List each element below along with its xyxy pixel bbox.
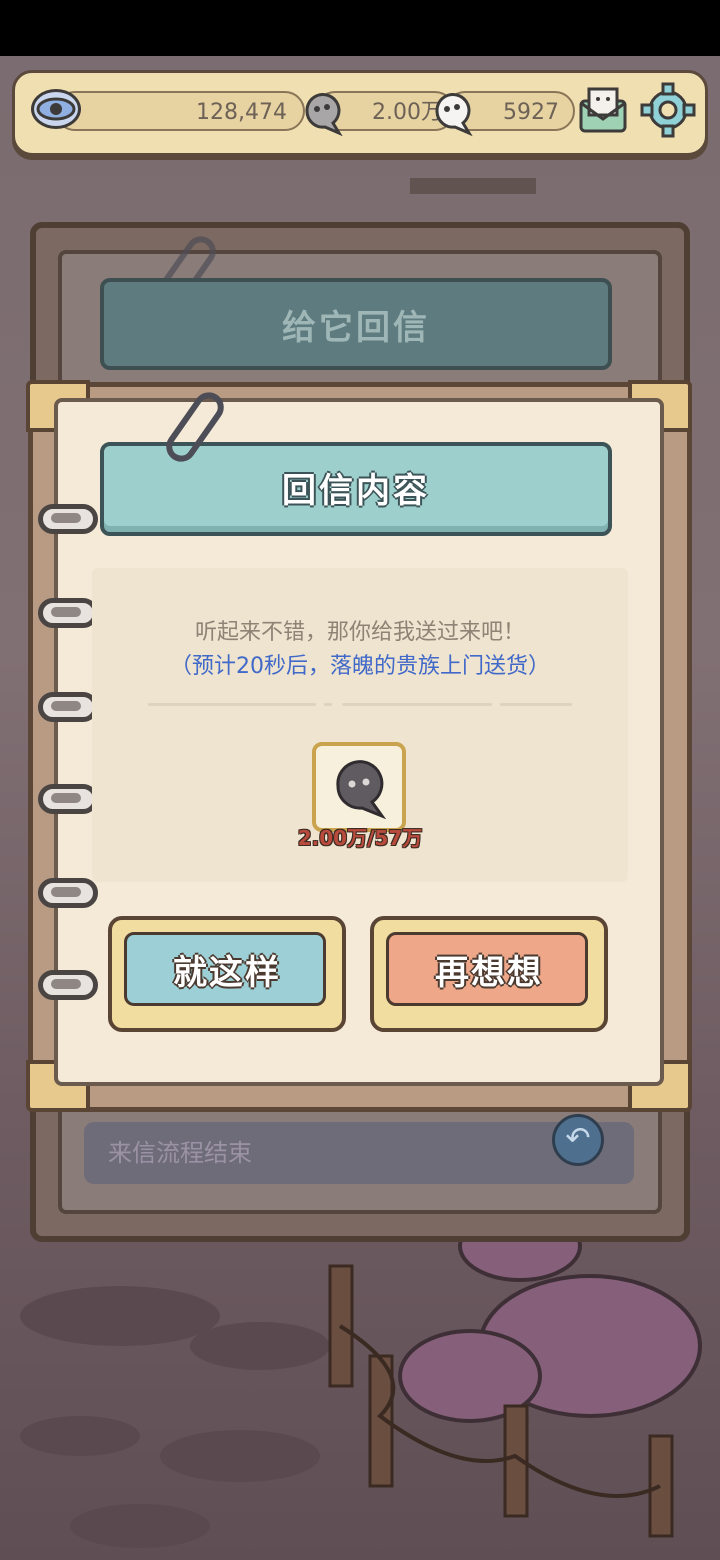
binder-ring-icon [38,784,98,814]
back-panel-footer-text: 来信流程结束 [108,1139,252,1167]
status-bar [0,0,720,56]
gray-ghost-icon [336,760,387,820]
confirm-button[interactable]: 就这样 [108,916,346,1032]
views-pill: 128,474 [55,91,305,131]
binder-ring-icon [38,598,98,628]
item-amount: 2.00万/57万 [297,826,423,850]
undo-button[interactable]: ↶ [552,1114,604,1166]
binder-ring-icon [38,970,98,1000]
back-panel-title-banner: 给它回信 [100,278,612,370]
divider [342,703,492,706]
gear-icon[interactable] [639,81,697,139]
divider [500,703,572,706]
white-ghost-value: 5927 [503,100,559,125]
undo-arrow-icon: ↶ [565,1121,591,1156]
divider [148,703,316,706]
eye-icon [31,89,81,129]
back-panel-title: 给它回信 [282,308,430,348]
reward-item-card [312,742,406,832]
back-panel-footer: 来信流程结束 [84,1122,634,1184]
confirm-button-label: 就这样 [173,952,281,993]
white-ghost-icon [429,85,477,137]
resource-bar: 128,474 2.00万 5927 [12,70,708,156]
delivery-note: （预计20秒后，落魄的贵族上门送货） [170,654,550,679]
views-value: 128,474 [196,100,287,125]
reconsider-button[interactable]: 再想想 [370,916,608,1032]
divider [324,703,332,706]
mail-icon[interactable] [575,83,631,139]
gray-ghost-icon [299,85,347,137]
binder-ring-icon [38,504,98,534]
binder-ring-icon [38,878,98,908]
reply-message: 听起来不错，那你给我送过来吧！ [194,620,525,645]
binder-ring-icon [38,692,98,722]
reconsider-button-label: 再想想 [435,952,543,993]
